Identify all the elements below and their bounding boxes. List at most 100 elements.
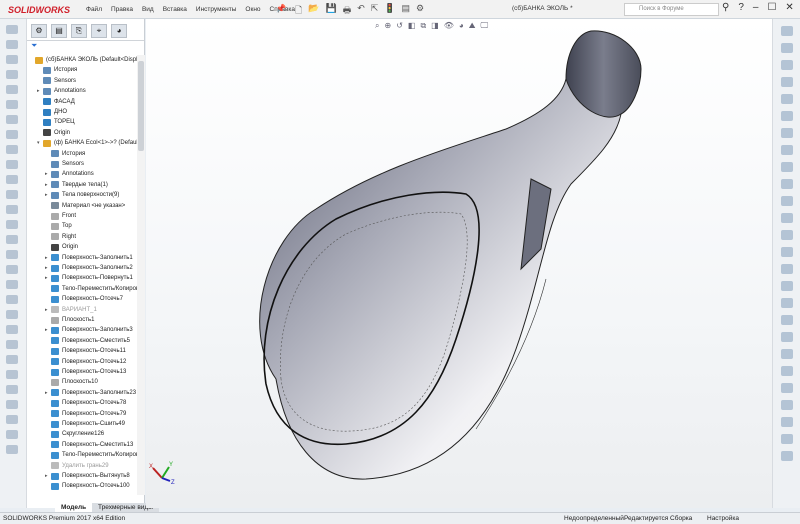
tool-icon[interactable]	[6, 250, 18, 259]
tool-icon[interactable]	[6, 70, 18, 79]
hide-show-icon[interactable]: 👁	[444, 21, 454, 31]
zoom-area-icon[interactable]: ⊕	[384, 21, 391, 31]
tool-icon[interactable]	[6, 85, 18, 94]
graphics-area[interactable]	[146, 19, 772, 508]
tree-item[interactable]: Удалить грань29	[45, 461, 109, 471]
file-properties-icon[interactable]: ▤	[402, 3, 411, 19]
tree-item[interactable]: ▸ Поверхность-Вытянуть8	[45, 471, 130, 481]
tree-item[interactable]: Плоскость10	[45, 377, 98, 387]
tool-icon[interactable]	[781, 247, 793, 257]
tool-icon[interactable]	[6, 400, 18, 409]
tool-icon[interactable]	[6, 325, 18, 334]
search-input[interactable]: Поиск в Форуме	[624, 3, 719, 16]
feature-tree-tab-icon[interactable]: ⚙	[31, 24, 47, 38]
tree-item[interactable]: ▸ Твердые тела(1)	[45, 180, 108, 190]
undo-icon[interactable]: ↶	[357, 3, 365, 19]
zoom-to-fit-icon[interactable]: ⌕	[375, 21, 379, 31]
tool-icon[interactable]	[781, 264, 793, 274]
scene-icon[interactable]: ⛰	[469, 21, 476, 31]
tool-icon[interactable]	[781, 366, 793, 376]
tab-model[interactable]: Модель	[55, 503, 93, 512]
menu-insert[interactable]: Вставка	[163, 6, 187, 13]
minimize-button[interactable]: –	[753, 2, 759, 13]
tool-icon[interactable]	[781, 111, 793, 121]
tool-icon[interactable]	[6, 130, 18, 139]
dimxpert-tab-icon[interactable]: ⌖	[91, 24, 107, 38]
status-settings-dropdown[interactable]: Настройка	[707, 513, 739, 524]
tree-item[interactable]: Origin	[45, 242, 78, 252]
tree-item[interactable]: Поверхность-Отсечь12	[45, 357, 126, 367]
maximize-button[interactable]: ☐	[767, 2, 776, 13]
new-icon[interactable]: 🗋	[295, 3, 302, 19]
tree-item[interactable]: Поверхность-Сместить13	[45, 440, 133, 450]
tree-item[interactable]: ▸ Annotations	[45, 169, 94, 179]
tool-icon[interactable]	[781, 298, 793, 308]
tree-item[interactable]: ФАСАД	[37, 97, 75, 107]
tree-item[interactable]: ▾(ф) БАНКА Ecol<1>->? (Default<<	[37, 138, 137, 148]
pin-icon[interactable]: 📌	[276, 4, 286, 13]
tool-icon[interactable]	[6, 160, 18, 169]
tree-item[interactable]: Sensors	[37, 76, 76, 86]
tree-item[interactable]: Поверхность-Сместить5	[45, 336, 130, 346]
tool-icon[interactable]	[781, 281, 793, 291]
print-icon[interactable]: 🖶	[343, 3, 352, 19]
tool-icon[interactable]	[6, 295, 18, 304]
menu-window[interactable]: Окно	[245, 6, 260, 13]
tool-icon[interactable]	[6, 265, 18, 274]
tool-icon[interactable]	[781, 349, 793, 359]
tool-icon[interactable]	[6, 385, 18, 394]
tree-item[interactable]: Sensors	[45, 159, 84, 169]
tool-icon[interactable]	[781, 230, 793, 240]
tree-item[interactable]: Тело-Переместить/Копиров.	[45, 284, 137, 294]
solidworks-logo[interactable]: SOLIDWORKS	[8, 3, 80, 17]
tool-icon[interactable]	[781, 213, 793, 223]
menu-edit[interactable]: Правка	[111, 6, 133, 13]
tool-icon[interactable]	[781, 417, 793, 427]
filter-icon[interactable]: ⏷	[27, 41, 144, 53]
tool-icon[interactable]	[781, 196, 793, 206]
tool-icon[interactable]	[6, 205, 18, 214]
tree-item[interactable]: Поверхность-Отсечь79	[45, 409, 126, 419]
tree-item[interactable]: История	[37, 65, 77, 75]
open-icon[interactable]: 📂	[308, 3, 319, 19]
tool-icon[interactable]	[781, 400, 793, 410]
tree-item[interactable]: Поверхность-Отсечь11	[45, 346, 126, 356]
tool-icon[interactable]	[6, 25, 18, 34]
tool-icon[interactable]	[781, 128, 793, 138]
tree-item[interactable]: Origin	[37, 128, 70, 138]
tree-item[interactable]: Right	[45, 232, 76, 242]
tool-icon[interactable]	[6, 220, 18, 229]
tool-icon[interactable]	[781, 60, 793, 70]
tree-scrollbar[interactable]	[137, 55, 145, 495]
tool-icon[interactable]	[781, 162, 793, 172]
tool-icon[interactable]	[781, 43, 793, 53]
save-icon[interactable]: 💾	[325, 3, 336, 19]
tree-item[interactable]: ▸ Annotations	[37, 86, 86, 96]
tool-icon[interactable]	[6, 280, 18, 289]
tree-item[interactable]: ▸ Поверхность-Повернуть1	[45, 273, 133, 283]
scroll-thumb[interactable]	[138, 61, 144, 151]
tree-item[interactable]: Поверхность-Отсечь100	[45, 481, 130, 491]
tree-item[interactable]: Материал <не указан>	[45, 201, 125, 211]
edit-appearance-icon[interactable]: ◕	[459, 21, 464, 31]
tool-icon[interactable]	[6, 445, 18, 454]
tree-item[interactable]: Скругление126	[45, 429, 104, 439]
rebuild-icon[interactable]: 🚦	[384, 3, 395, 19]
tool-icon[interactable]	[781, 26, 793, 36]
tool-icon[interactable]	[6, 145, 18, 154]
tree-item[interactable]: ▸ Тела поверхности(9)	[45, 190, 119, 200]
property-manager-tab-icon[interactable]: ▤	[51, 24, 67, 38]
tool-icon[interactable]	[781, 434, 793, 444]
tree-item[interactable]: (сб)БАНКА ЭКОЛЬ (Default<Display S	[29, 55, 137, 65]
tree-item[interactable]: Top	[45, 221, 72, 231]
tree-item[interactable]: Плоскость1	[45, 315, 94, 325]
tool-icon[interactable]	[6, 340, 18, 349]
display-style-icon[interactable]: ◨	[431, 21, 439, 31]
options-gear-icon[interactable]: ⚙	[416, 3, 424, 19]
tree-item[interactable]: Поверхность-Отсечь78	[45, 398, 126, 408]
tool-icon[interactable]	[781, 383, 793, 393]
tree-item[interactable]: ТОРЕЦ	[37, 117, 75, 127]
close-button[interactable]: ✕	[785, 2, 793, 13]
display-manager-tab-icon[interactable]: ◕	[111, 24, 127, 38]
menu-view[interactable]: Вид	[142, 6, 154, 13]
